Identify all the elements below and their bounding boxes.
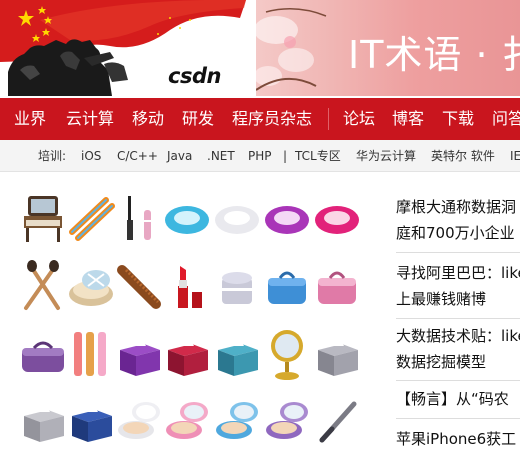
hair-clips-icon[interactable]: [66, 190, 116, 246]
cosmetics-icon-grid: [0, 180, 380, 450]
powder-puff-blue-icon[interactable]: [162, 190, 212, 246]
nav-item-download[interactable]: 下载: [442, 98, 474, 140]
news-item-title[interactable]: 数据挖掘模型: [396, 349, 520, 375]
nav-item-rnd[interactable]: 研发: [182, 98, 214, 140]
news-item-title[interactable]: 【畅言】从“码农: [396, 386, 520, 412]
powder-puff-pink-icon[interactable]: [312, 190, 362, 246]
nav-item-cloud[interactable]: 云计算: [66, 98, 114, 140]
news-item-title[interactable]: 庭和700万小企业: [396, 220, 520, 246]
vanity-mirror-icon[interactable]: [18, 190, 68, 246]
nail-file-icon[interactable]: [312, 392, 362, 448]
subnav-item-php[interactable]: PHP: [248, 140, 272, 171]
subnav-item-intel[interactable]: 英特尔 软件: [431, 140, 495, 171]
tissue-box-teal-icon[interactable]: [212, 326, 262, 382]
lip-gloss-set-icon[interactable]: [66, 326, 116, 382]
comb-icon[interactable]: [114, 258, 164, 314]
tissue-box-gray-icon[interactable]: [312, 326, 362, 382]
subnav-item-tcl[interactable]: TCL专区: [295, 140, 341, 171]
main-nav: 业界 云计算 移动 研发 程序员杂志 论坛 博客 下载 问答: [0, 98, 520, 140]
news-item-title[interactable]: 大数据技术贴：likely: [396, 323, 520, 349]
powder-puff-purple-icon[interactable]: [262, 190, 312, 246]
promo-banner[interactable]: IT术语 · 扌: [256, 0, 520, 96]
subnav-item-huawei[interactable]: 华为云计算: [356, 140, 416, 171]
news-divider: [396, 380, 520, 381]
compact-open-purple-icon[interactable]: [262, 392, 312, 448]
news-divider: [396, 318, 520, 319]
subnav-item-ie[interactable]: IE: [510, 140, 520, 171]
nav-item-mobile[interactable]: 移动: [132, 98, 164, 140]
tissue-box-purple-icon[interactable]: [114, 326, 164, 382]
nav-item-qa[interactable]: 问答: [492, 98, 520, 140]
tissue-box-navy-icon[interactable]: [66, 392, 116, 448]
subnav-item-ios[interactable]: iOS: [81, 140, 101, 171]
powder-puff-white-icon[interactable]: [212, 190, 262, 246]
csdn-logo[interactable]: csdn: [0, 0, 250, 96]
news-item-title[interactable]: 摩根大通称数据洞: [396, 194, 520, 220]
subnav-item-dotnet[interactable]: .NET: [207, 140, 235, 171]
subnav-separator: |: [283, 149, 288, 163]
nav-divider: [328, 108, 329, 130]
makeup-brushes-icon[interactable]: [18, 258, 68, 314]
nav-item-industry[interactable]: 业界: [14, 98, 46, 140]
news-item-title[interactable]: 上最赚钱赌博: [396, 286, 520, 312]
news-list: 摩根大通称数据洞 庭和700万小企业 寻找阿里巴巴：likely 上最赚钱赌博 …: [396, 180, 520, 450]
cosmetic-case-blue-icon[interactable]: [262, 258, 312, 314]
nav-item-blog[interactable]: 博客: [392, 98, 424, 140]
tissue-box-silver-icon[interactable]: [18, 392, 68, 448]
nav-item-magazine[interactable]: 程序员杂志: [232, 98, 312, 140]
subnav-item-java[interactable]: Java: [167, 140, 192, 171]
nav-item-forum[interactable]: 论坛: [343, 98, 375, 140]
banner-headline: IT术语 · 扌: [348, 33, 520, 77]
site-header: csdn IT术语 · 扌: [0, 0, 520, 96]
mascara-icon[interactable]: [114, 190, 164, 246]
cosmetic-case-pink-icon[interactable]: [312, 258, 362, 314]
tissue-box-red-icon[interactable]: [162, 326, 212, 382]
news-divider: [396, 418, 520, 419]
news-item-title[interactable]: 苹果iPhone6获工: [396, 426, 520, 450]
round-mirror-icon[interactable]: [262, 326, 312, 382]
news-divider: [396, 252, 520, 253]
training-subnav: 培训: iOS C/C++ Java .NET PHP | TCL专区 华为云计…: [0, 140, 520, 172]
compact-open-pink-icon[interactable]: [162, 392, 212, 448]
subnav-item-cpp[interactable]: C/C++: [117, 140, 158, 171]
compact-open-blue-icon[interactable]: [212, 392, 262, 448]
csdn-wordmark: csdn: [168, 64, 221, 88]
subnav-prefix: 培训:: [38, 149, 67, 163]
cream-jar-icon[interactable]: [212, 258, 262, 314]
cosmetic-case-purple-icon[interactable]: [18, 326, 68, 382]
news-item-title[interactable]: 寻找阿里巴巴：likely: [396, 260, 520, 286]
compact-open-white-icon[interactable]: [114, 392, 164, 448]
compact-powder-icon[interactable]: [66, 258, 116, 314]
lipstick-icon[interactable]: [162, 258, 212, 314]
